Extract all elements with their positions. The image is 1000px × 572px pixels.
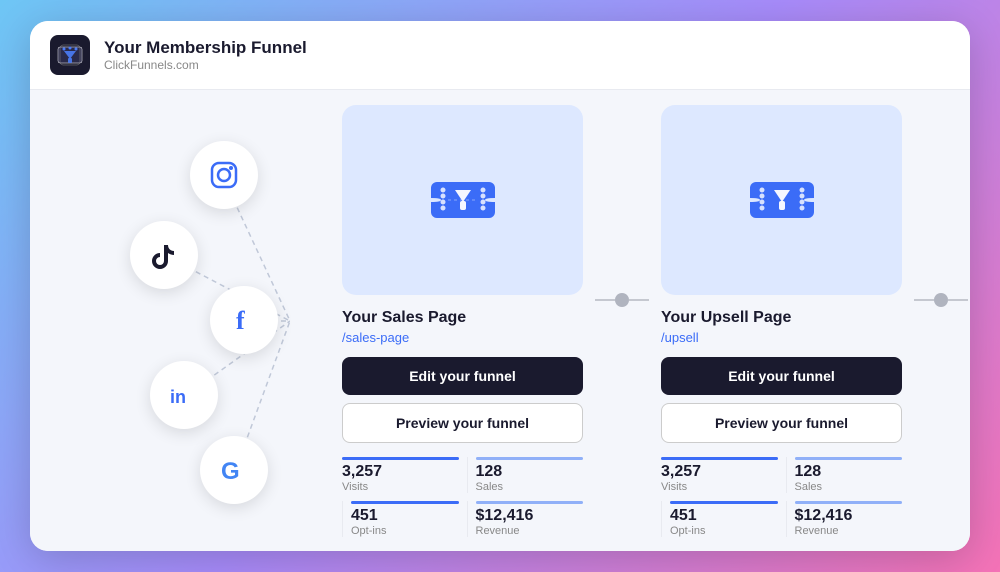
stat-sales-upsell: 128 Sales xyxy=(786,457,903,493)
stat-sales-sales: 128 Sales xyxy=(467,457,584,493)
stat-optins-upsell: 451 Opt-ins xyxy=(661,501,778,537)
connector-1-2 xyxy=(595,205,649,395)
step-name-upsell: Your Upsell Page xyxy=(661,309,791,327)
stat-bar-optins-u xyxy=(670,501,778,504)
stat-visits-sales: 3,257 Visits xyxy=(342,457,459,493)
stat-bar-revenue xyxy=(476,501,584,504)
app-icon xyxy=(50,35,90,75)
tiktok-icon xyxy=(130,221,198,289)
traffic-section: f in G xyxy=(30,90,330,551)
stat-visits-upsell: 3,257 Visits xyxy=(661,457,778,493)
stat-revenue-upsell: $12,416 Revenue xyxy=(786,501,903,537)
stat-label-revenue: Revenue xyxy=(476,525,584,537)
stat-label-revenue-u: Revenue xyxy=(795,525,903,537)
stat-label-sales-num: Sales xyxy=(476,481,584,493)
stat-value-revenue: $12,416 xyxy=(476,507,584,525)
stat-label-sales-u: Sales xyxy=(795,481,903,493)
stat-bar-revenue-u xyxy=(795,501,903,504)
step-stats-sales: 3,257 Visits 128 Sales 451 Opt-ins xyxy=(342,457,583,537)
step-card-sales xyxy=(342,105,583,295)
step-name-sales: Your Sales Page xyxy=(342,309,466,327)
stat-revenue-sales: $12,416 Revenue xyxy=(467,501,584,537)
funnel-step-sales: Your Sales Page /sales-page Edit your fu… xyxy=(330,105,595,537)
edit-button-sales[interactable]: Edit your funnel xyxy=(342,357,583,395)
stat-value-optins: 451 xyxy=(351,507,459,525)
funnel-steps: Your Sales Page /sales-page Edit your fu… xyxy=(330,90,970,551)
stat-value-sales-u: 128 xyxy=(795,463,903,481)
stat-bar-sales-u xyxy=(795,457,903,460)
stat-optins-sales: 451 Opt-ins xyxy=(342,501,459,537)
svg-text:f: f xyxy=(236,306,245,335)
google-icon: G xyxy=(200,436,268,504)
stat-value-revenue-u: $12,416 xyxy=(795,507,903,525)
connector-2-3 xyxy=(914,205,968,395)
step-card-upsell xyxy=(661,105,902,295)
app-title: Your Membership Funnel xyxy=(104,38,307,58)
preview-button-sales[interactable]: Preview your funnel xyxy=(342,403,583,443)
stat-value-sales-num: 128 xyxy=(476,463,584,481)
instagram-icon xyxy=(190,141,258,209)
linkedin-icon: in xyxy=(150,361,218,429)
stat-bar-visits-u xyxy=(661,457,778,460)
stat-value-visits: 3,257 xyxy=(342,463,459,481)
titlebar: Your Membership Funnel ClickFunnels.com xyxy=(30,21,970,90)
app-window: Your Membership Funnel ClickFunnels.com xyxy=(30,21,970,551)
stat-bar-visits xyxy=(342,457,459,460)
stat-label-visits: Visits xyxy=(342,481,459,493)
funnel-step-upsell: Your Upsell Page /upsell Edit your funne… xyxy=(649,105,914,537)
stat-value-visits-u: 3,257 xyxy=(661,463,778,481)
preview-button-upsell[interactable]: Preview your funnel xyxy=(661,403,902,443)
funnel-step-membership: Your /memb... 3,25 Visits 451 Opt-in xyxy=(968,130,970,512)
social-icons-container: f in G xyxy=(70,131,290,511)
facebook-icon: f xyxy=(210,286,278,354)
svg-text:in: in xyxy=(170,387,186,407)
step-url-upsell: /upsell xyxy=(661,330,699,345)
stat-label-visits-u: Visits xyxy=(661,481,778,493)
stat-label-optins-u: Opt-ins xyxy=(670,525,778,537)
stat-bar-sales xyxy=(476,457,584,460)
stat-label-optins: Opt-ins xyxy=(351,525,459,537)
stat-value-optins-u: 451 xyxy=(670,507,778,525)
stat-bar-optins xyxy=(351,501,459,504)
titlebar-text: Your Membership Funnel ClickFunnels.com xyxy=(104,38,307,72)
step-url-sales: /sales-page xyxy=(342,330,409,345)
app-subtitle: ClickFunnels.com xyxy=(104,58,307,72)
step-stats-upsell: 3,257 Visits 128 Sales 451 Opt-ins xyxy=(661,457,902,537)
main-content: f in G xyxy=(30,90,970,551)
svg-text:G: G xyxy=(221,458,240,485)
edit-button-upsell[interactable]: Edit your funnel xyxy=(661,357,902,395)
